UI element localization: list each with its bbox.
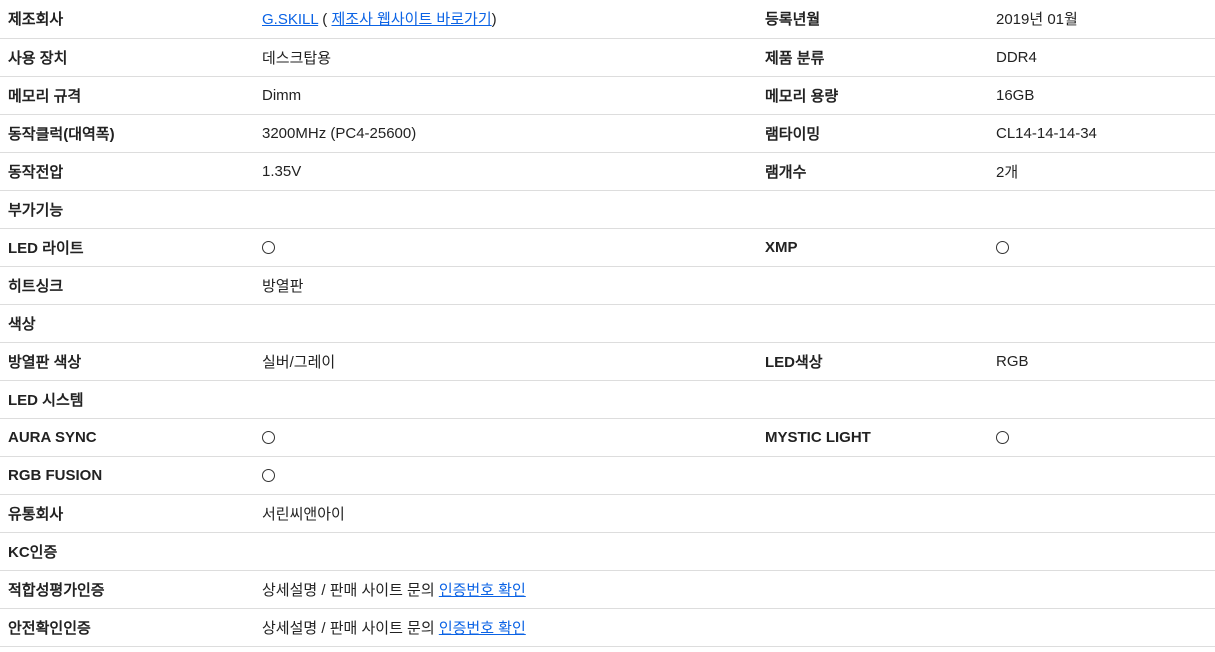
spec-label-2: 등록년월 — [765, 11, 821, 29]
spec-row: LED 시스템 — [0, 380, 1215, 418]
spec-label-2: MYSTIC LIGHT — [765, 428, 871, 446]
spec-label: 부가기능 — [8, 201, 64, 219]
spec-label-2: 램타이밍 — [765, 125, 821, 143]
spec-label-2 — [765, 608, 996, 646]
spec-label: 사용 장치 — [8, 49, 68, 67]
circle-yes-icon — [262, 431, 275, 445]
value-text: 상세설명 / 판매 사이트 문의 — [262, 581, 439, 599]
spec-label: 적합성평가인증 — [8, 581, 105, 599]
spec-value — [262, 228, 765, 266]
spec-value-2: 2019년 01월 — [996, 11, 1078, 29]
spec-row: AURA SYNC MYSTIC LIGHT — [0, 418, 1215, 456]
spec-label-2: 메모리 용량 — [765, 87, 839, 105]
spec-label: 유통회사 — [8, 505, 64, 523]
spec-value-2 — [996, 570, 1215, 608]
spec-label-2 — [765, 494, 996, 532]
spec-label-2 — [765, 532, 996, 570]
spec-label: 제조회사 — [8, 11, 64, 29]
spec-value-2 — [996, 228, 1215, 266]
spec-value-2: 2개 — [996, 163, 1019, 181]
spec-value-2 — [996, 608, 1215, 646]
spec-row: LED 라이트 XMP — [0, 228, 1215, 266]
spec-label: 안전확인인증 — [8, 619, 91, 637]
spec-value-2 — [996, 456, 1215, 494]
spec-row: 색상 — [0, 304, 1215, 342]
circle-yes-icon — [996, 241, 1009, 255]
value-link[interactable]: G.SKILL — [262, 11, 318, 28]
spec-label-2 — [765, 190, 996, 228]
spec-value: 1.35V — [262, 162, 302, 180]
spec-label-2: LED색상 — [765, 353, 823, 371]
spec-value-2 — [996, 304, 1215, 342]
spec-row: 히트싱크 방열판 — [0, 266, 1215, 304]
spec-value-2 — [996, 190, 1215, 228]
spec-row: 동작전압 1.35V 램개수 2개 — [0, 152, 1215, 190]
spec-label: LED 시스템 — [8, 391, 84, 409]
spec-value — [262, 532, 765, 570]
circle-yes-icon — [262, 241, 275, 255]
spec-row: 방열판 색상 실버/그레이 LED색상 RGB — [0, 342, 1215, 380]
spec-row: 안전확인인증 상세설명 / 판매 사이트 문의 인증번호 확인 — [0, 608, 1215, 646]
value-text: ) — [491, 11, 497, 29]
spec-value — [262, 418, 765, 456]
value-link[interactable]: 인증번호 확인 — [439, 620, 526, 637]
spec-row: KC인증 — [0, 532, 1215, 570]
spec-label: 동작전압 — [8, 163, 64, 181]
value-text: ( — [318, 11, 332, 29]
spec-value: 3200MHz (PC4-25600) — [262, 124, 417, 142]
spec-value — [262, 304, 765, 342]
spec-value: 서린씨앤아이 — [262, 505, 345, 523]
spec-value: 실버/그레이 — [262, 353, 336, 371]
spec-label-2 — [765, 380, 996, 418]
spec-label: RGB FUSION — [8, 466, 103, 484]
spec-label: 동작클럭(대역폭) — [8, 125, 115, 143]
spec-row: 부가기능 — [0, 190, 1215, 228]
spec-label: 메모리 규격 — [8, 87, 82, 105]
value-link[interactable]: 인증번호 확인 — [439, 582, 526, 599]
spec-row: 적합성평가인증 상세설명 / 판매 사이트 문의 인증번호 확인 — [0, 570, 1215, 608]
spec-row: 제조회사 G.SKILL ( 제조사 웹사이트 바로가기) 등록년월 2019년 01… — [0, 0, 1215, 38]
spec-value-2 — [996, 494, 1215, 532]
spec-value: 상세설명 / 판매 사이트 문의 인증번호 확인 — [262, 608, 765, 646]
spec-value-2: 16GB — [996, 86, 1035, 104]
circle-yes-icon — [262, 469, 275, 483]
spec-value — [262, 190, 765, 228]
spec-row: RGB FUSION — [0, 456, 1215, 494]
spec-table: 제조회사 G.SKILL ( 제조사 웹사이트 바로가기) 등록년월 2019년 01… — [0, 0, 1215, 647]
spec-label-2 — [765, 266, 996, 304]
spec-label: AURA SYNC — [8, 428, 97, 446]
spec-value — [262, 380, 765, 418]
spec-label: 방열판 색상 — [8, 353, 82, 371]
spec-value-2: CL14-14-14-34 — [996, 124, 1097, 142]
spec-row: 메모리 규격 Dimm 메모리 용량 16GB — [0, 76, 1215, 114]
spec-value-2: DDR4 — [996, 48, 1037, 66]
value-link[interactable]: 제조사 웹사이트 바로가기 — [331, 11, 491, 28]
spec-label-2: 제품 분류 — [765, 49, 825, 67]
spec-row: 동작클럭(대역폭) 3200MHz (PC4-25600) 램타이밍 CL14-14-… — [0, 114, 1215, 152]
spec-value: 데스크탑용 — [262, 49, 332, 67]
spec-label-2: XMP — [765, 238, 798, 256]
spec-value-2 — [996, 418, 1215, 456]
spec-label: 히트싱크 — [8, 277, 64, 295]
spec-row: 유통회사 서린씨앤아이 — [0, 494, 1215, 532]
spec-value: G.SKILL ( 제조사 웹사이트 바로가기) — [262, 0, 765, 38]
spec-value: Dimm — [262, 86, 302, 104]
spec-value-2 — [996, 266, 1215, 304]
circle-yes-icon — [996, 431, 1009, 445]
spec-label-2: 램개수 — [765, 163, 807, 181]
spec-value-2 — [996, 380, 1215, 418]
spec-label-2 — [765, 570, 996, 608]
spec-value: 방열판 — [262, 277, 304, 295]
spec-value: 상세설명 / 판매 사이트 문의 인증번호 확인 — [262, 570, 765, 608]
spec-label: KC인증 — [8, 543, 58, 561]
spec-value — [262, 456, 765, 494]
spec-row: 사용 장치 데스크탑용 제품 분류 DDR4 — [0, 38, 1215, 76]
spec-label: LED 라이트 — [8, 239, 84, 257]
spec-value-2: RGB — [996, 352, 1029, 370]
value-text: 상세설명 / 판매 사이트 문의 — [262, 619, 439, 637]
spec-label-2 — [765, 304, 996, 342]
spec-label: 색상 — [8, 315, 36, 333]
spec-value-2 — [996, 532, 1215, 570]
spec-label-2 — [765, 456, 996, 494]
